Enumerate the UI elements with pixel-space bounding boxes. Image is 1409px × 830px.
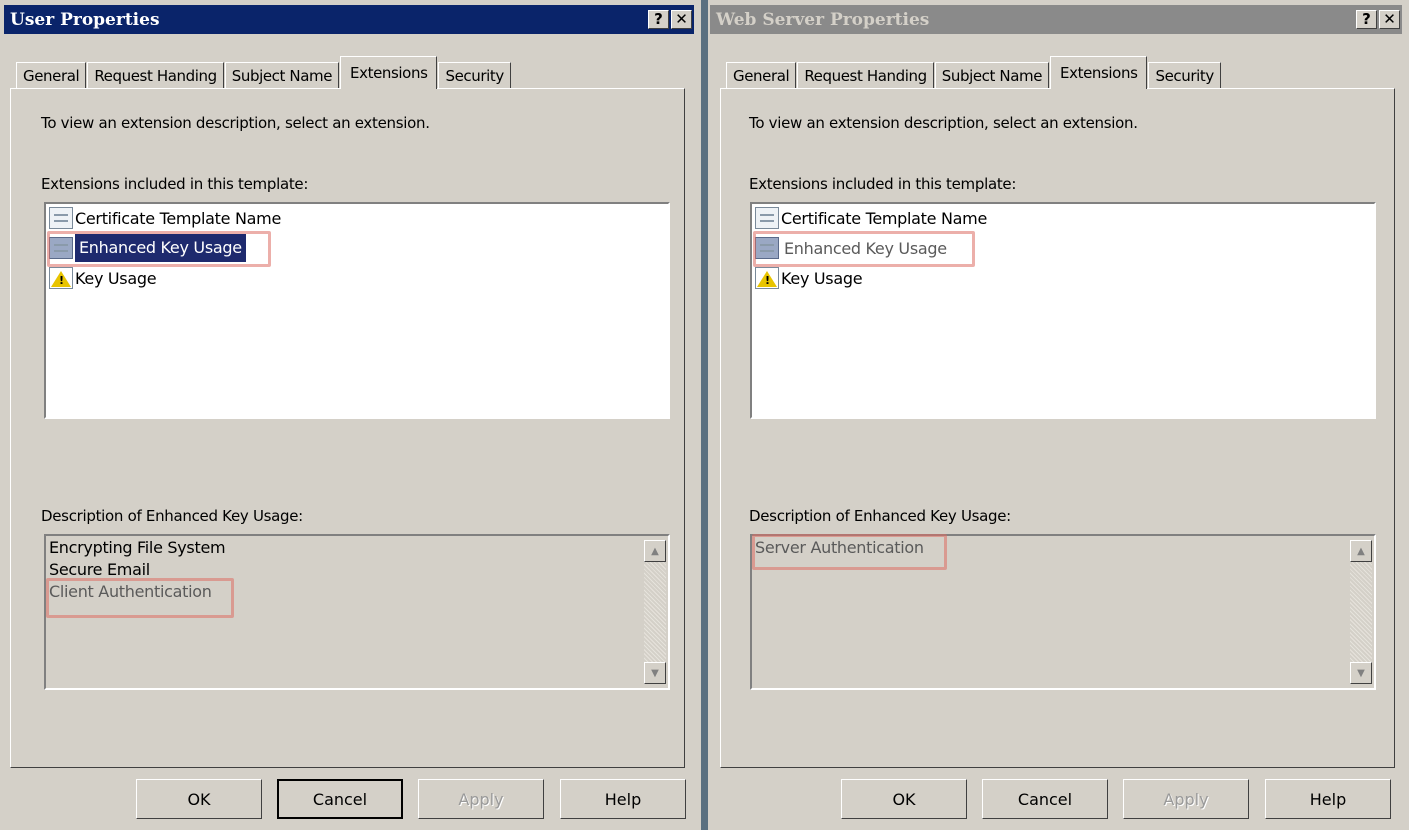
list-item-label: Key Usage <box>75 268 157 288</box>
description-line: Secure Email <box>49 560 150 579</box>
scrollbar[interactable]: ▲ ▼ <box>1350 540 1372 684</box>
user-properties-dialog: User Properties ? ✕ General Request Hand… <box>0 0 701 830</box>
tab-strip: General Request Handing Subject Name Ext… <box>726 56 1222 89</box>
window-divider <box>701 0 708 830</box>
extensions-listbox[interactable]: Certificate Template Name Enhanced Key U… <box>750 202 1376 419</box>
list-item[interactable]: Enhanced Key Usage <box>755 234 950 262</box>
list-item-label: Certificate Template Name <box>781 208 987 228</box>
tab-general[interactable]: General <box>16 62 87 89</box>
close-icon[interactable]: ✕ <box>671 10 692 29</box>
warning-icon: ! <box>49 267 73 289</box>
scroll-down-icon[interactable]: ▼ <box>644 662 666 684</box>
list-item-label: Key Usage <box>781 268 863 288</box>
scroll-up-icon[interactable]: ▲ <box>644 540 666 562</box>
tab-subject-name[interactable]: Subject Name <box>224 62 340 89</box>
ok-button[interactable]: OK <box>841 779 967 819</box>
list-item-label: Enhanced Key Usage <box>784 238 947 258</box>
list-item[interactable]: Certificate Template Name <box>755 204 987 232</box>
description-line: Client Authentication <box>49 582 212 601</box>
help-icon[interactable]: ? <box>648 10 669 29</box>
tab-extensions[interactable]: Extensions <box>1050 56 1148 89</box>
description-line: Server Authentication <box>755 538 924 557</box>
description-label: Description of Enhanced Key Usage: <box>749 507 1011 525</box>
tab-general[interactable]: General <box>726 62 797 89</box>
list-item[interactable]: Certificate Template Name <box>49 204 281 232</box>
cancel-button[interactable]: Cancel <box>277 779 403 819</box>
description-box[interactable]: Server Authentication ▲ ▼ <box>750 534 1376 690</box>
ok-button[interactable]: OK <box>136 779 262 819</box>
document-icon <box>49 237 73 259</box>
description-label: Description of Enhanced Key Usage: <box>41 507 303 525</box>
dialog-title: Web Server Properties <box>716 9 930 30</box>
document-icon <box>49 207 73 229</box>
document-icon <box>755 237 779 259</box>
extensions-listbox[interactable]: Certificate Template Name Enhanced Key U… <box>44 202 670 419</box>
scrollbar[interactable]: ▲ ▼ <box>644 540 666 684</box>
apply-button[interactable]: Apply <box>418 779 544 819</box>
tab-request-handling[interactable]: Request Handing <box>87 62 224 89</box>
help-button[interactable]: Help <box>560 779 686 819</box>
list-item-label: Enhanced Key Usage <box>75 234 246 262</box>
list-item[interactable]: ! Key Usage <box>755 264 863 292</box>
document-icon <box>755 207 779 229</box>
title-bar[interactable]: Web Server Properties ? ✕ <box>710 5 1402 34</box>
help-icon[interactable]: ? <box>1356 10 1377 29</box>
instruction-text: To view an extension description, select… <box>41 114 430 132</box>
tab-subject-name[interactable]: Subject Name <box>934 62 1050 89</box>
tab-security[interactable]: Security <box>1148 62 1221 89</box>
extensions-list-label: Extensions included in this template: <box>41 175 309 193</box>
list-item[interactable]: ! Key Usage <box>49 264 157 292</box>
scroll-up-icon[interactable]: ▲ <box>1350 540 1372 562</box>
scroll-down-icon[interactable]: ▼ <box>1350 662 1372 684</box>
close-icon[interactable]: ✕ <box>1379 10 1400 29</box>
apply-button[interactable]: Apply <box>1123 779 1249 819</box>
tab-security[interactable]: Security <box>438 62 511 89</box>
extensions-list-label: Extensions included in this template: <box>749 175 1017 193</box>
cancel-button[interactable]: Cancel <box>982 779 1108 819</box>
list-item[interactable]: Enhanced Key Usage <box>49 234 246 262</box>
help-button[interactable]: Help <box>1265 779 1391 819</box>
instruction-text: To view an extension description, select… <box>749 114 1138 132</box>
tab-request-handling[interactable]: Request Handing <box>797 62 934 89</box>
tab-extensions[interactable]: Extensions <box>340 56 438 89</box>
tab-panel: To view an extension description, select… <box>720 88 1395 768</box>
warning-icon: ! <box>755 267 779 289</box>
dialog-title: User Properties <box>10 9 160 30</box>
tab-panel: To view an extension description, select… <box>10 88 685 768</box>
web-server-properties-dialog: Web Server Properties ? ✕ General Reques… <box>708 0 1409 830</box>
tab-strip: General Request Handing Subject Name Ext… <box>16 56 512 89</box>
description-line: Encrypting File System <box>49 538 226 557</box>
title-bar[interactable]: User Properties ? ✕ <box>4 5 694 34</box>
description-box[interactable]: Encrypting File System Secure Email Clie… <box>44 534 670 690</box>
list-item-label: Certificate Template Name <box>75 208 281 228</box>
